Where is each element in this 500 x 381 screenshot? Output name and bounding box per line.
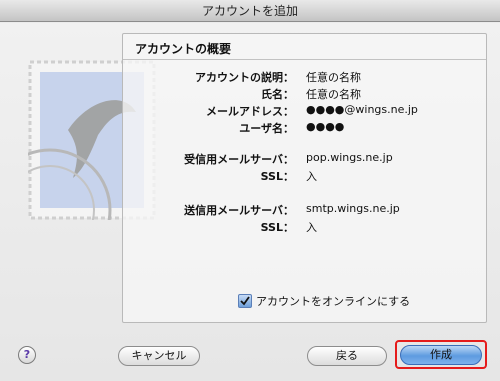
incoming-server-value: pop.wings.ne.jp [306,151,393,164]
panel-divider [123,59,486,60]
create-button-highlight [395,340,487,369]
panel-title: アカウントの概要 [135,42,232,56]
online-checkbox-row[interactable]: アカウントをオンラインにする [238,293,410,309]
window-title: アカウントを追加 [0,0,500,22]
cancel-button[interactable]: キャンセル [118,346,200,366]
user-name-label: ユーザ名： [239,122,294,135]
outgoing-server-value: smtp.wings.ne.jp [306,202,400,215]
back-button[interactable]: 戻る [307,346,387,366]
help-button[interactable]: ? [18,346,36,364]
incoming-ssl-label: SSL： [260,170,294,183]
outgoing-ssl-value: 入 [306,221,317,234]
incoming-server-label: 受信用メールサーバ： [184,153,294,166]
email-address-label: メールアドレス： [206,105,294,118]
incoming-ssl-value: 入 [306,170,317,183]
user-name-value: ●●●● [306,120,345,133]
account-description-label: アカウントの説明： [195,71,294,84]
online-checkbox[interactable] [238,294,252,308]
checkmark-icon [240,296,250,306]
outgoing-server-label: 送信用メールサーバ： [184,204,294,217]
online-checkbox-label: アカウントをオンラインにする [256,295,411,308]
full-name-label: 氏名： [261,88,294,101]
outgoing-ssl-label: SSL： [260,221,294,234]
full-name-value: 任意の名称 [306,88,361,101]
email-address-value: ●●●●@wings.ne.jp [306,103,418,116]
account-description-value: 任意の名称 [306,71,361,84]
